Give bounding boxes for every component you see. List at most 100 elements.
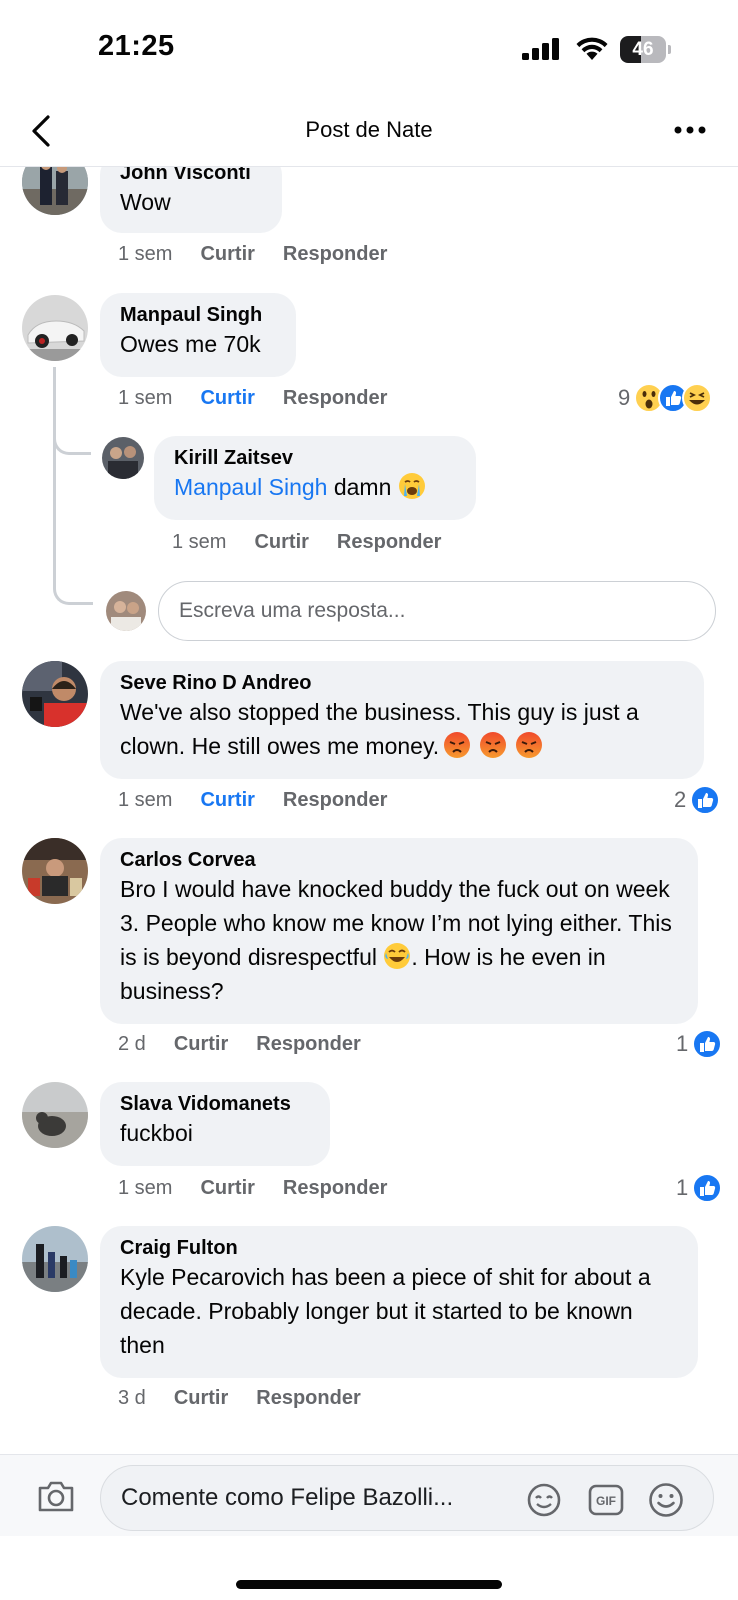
comment-text: Manpaul Singh damn [174,470,456,504]
status-time: 21:25 [98,30,175,62]
like-button[interactable]: Curtir [200,243,254,266]
angry-emoji-icon [480,732,507,758]
status-bar: 21:25 46 [0,0,738,95]
comment-time: 1 sem [172,531,227,553]
reaction-count: 1 [676,1031,689,1056]
haha-reaction-icon [682,383,713,413]
comment-input[interactable]: Comente como Felipe Bazolli... GIF [100,1465,714,1531]
comment-bubble[interactable]: Craig Fulton Kyle Pecarovich has been a … [100,1226,698,1378]
reply-button[interactable]: Responder [283,387,387,410]
reaction-count: 1 [676,1175,689,1200]
like-reaction-icon [692,1029,723,1059]
avatar-sticker-icon[interactable] [525,1481,563,1519]
comment-actions: 3 d Curtir Responder [118,1387,361,1410]
avatar-photo-icon [22,1226,88,1292]
avatar-photo-icon [22,661,88,727]
like-button[interactable]: Curtir [200,789,254,812]
comment-actions: 1 sem Curtir Responder [118,789,387,812]
avatar-photo-icon [22,167,88,215]
like-button[interactable]: Curtir [200,387,254,410]
avatar[interactable] [22,838,88,904]
angry-emoji-icon [444,732,471,758]
comment-actions: 2 d Curtir Responder [118,1033,361,1056]
wifi-icon [576,37,608,60]
reaction-count: 2 [674,787,687,812]
avatar[interactable] [22,1226,88,1292]
comment-author[interactable]: Carlos Corvea [120,848,678,872]
comment-bubble[interactable]: John Visconti Wow [100,167,282,233]
comment-time: 1 sem [118,387,173,409]
reaction-count: 9 [618,385,631,410]
like-button[interactable]: Curtir [254,531,308,554]
reply-button[interactable]: Responder [283,789,387,812]
battery-level: 46 [632,39,654,60]
avatar-photo-icon [22,1082,88,1148]
angry-emoji-icon [516,732,543,758]
comment-author[interactable]: Manpaul Singh [120,303,276,327]
reply-input[interactable]: Escreva uma resposta... [158,581,716,641]
like-button[interactable]: Curtir [174,1033,228,1056]
gif-icon[interactable]: GIF [587,1481,625,1519]
comment-text: We've also stopped the business. This gu… [120,699,639,759]
nav-bar: Post de Nate [0,95,738,167]
reply-button[interactable]: Responder [283,243,387,266]
reaction-summary[interactable]: 1 [676,1029,723,1059]
more-options-button[interactable] [670,115,710,145]
like-reaction-icon [692,1173,723,1203]
comment-text: Bro I would have knocked buddy the fuck … [120,876,672,1004]
reply-button[interactable]: Responder [283,1177,387,1200]
battery-indicator: 46 [620,36,671,63]
comment-actions: 1 sem Curtir Responder [118,1177,387,1200]
avatar-photo-icon [22,838,88,904]
avatar[interactable] [22,295,88,361]
comment-bubble[interactable]: Slava Vidomanets fuckboi [100,1082,330,1166]
comment-bubble[interactable]: Seve Rino D Andreo We've also stopped th… [100,661,704,779]
comment-composer-bar: Comente como Felipe Bazolli... GIF [0,1454,738,1536]
avatar-photo-icon [102,437,144,479]
avatar[interactable] [22,1082,88,1148]
svg-text:GIF: GIF [596,1494,616,1508]
comment-time: 1 sem [118,243,173,265]
avatar[interactable] [22,661,88,727]
mention-link[interactable]: Manpaul Singh [174,474,327,500]
like-button[interactable]: Curtir [174,1387,228,1410]
comment-text: Kyle Pecarovich has been a piece of shit… [120,1264,651,1358]
comment-text: fuckboi [120,1120,193,1146]
comment-author[interactable]: Kirill Zaitsev [174,446,456,470]
comment-bubble[interactable]: Carlos Corvea Bro I would have knocked b… [100,838,698,1024]
comment-time: 1 sem [118,1177,173,1199]
thread-connector [53,417,91,455]
comment-list: John Visconti Wow 1 sem Curtir Responder… [0,167,738,1454]
crying-emoji-icon [398,473,425,499]
comment-author[interactable]: Slava Vidomanets [120,1092,310,1116]
comment-author[interactable]: Seve Rino D Andreo [120,671,684,695]
thread-connector [53,527,93,605]
reply-button[interactable]: Responder [256,1387,360,1410]
comment-input-placeholder: Comente como Felipe Bazolli... [121,1484,454,1511]
like-reaction-icon [690,785,721,815]
reaction-summary[interactable]: 2 [674,785,721,815]
reaction-summary[interactable]: 9 [618,383,713,413]
tears-of-joy-emoji-icon [384,943,411,969]
comment-actions: 1 sem Curtir Responder [118,387,387,410]
comment-author[interactable]: Craig Fulton [120,1236,678,1260]
cellular-signal-icon [522,38,559,60]
comment-text: Wow [120,189,171,215]
reply-button[interactable]: Responder [337,531,441,554]
comment-author[interactable]: John Visconti [120,167,262,185]
home-indicator[interactable] [236,1580,502,1589]
comment-bubble[interactable]: Manpaul Singh Owes me 70k [100,293,296,377]
page-title: Post de Nate [305,117,433,142]
current-user-avatar [106,591,146,631]
comment-bubble[interactable]: Kirill Zaitsev Manpaul Singh damn [154,436,476,520]
emoji-icon[interactable] [647,1481,685,1519]
avatar[interactable] [102,437,144,479]
comment-time: 3 d [118,1387,146,1409]
reaction-summary[interactable]: 1 [676,1173,723,1203]
avatar-photo-icon [106,591,146,631]
avatar[interactable] [22,167,88,215]
reply-button[interactable]: Responder [256,1033,360,1056]
camera-icon[interactable] [36,1479,76,1513]
comment-time: 1 sem [118,789,173,811]
like-button[interactable]: Curtir [200,1177,254,1200]
